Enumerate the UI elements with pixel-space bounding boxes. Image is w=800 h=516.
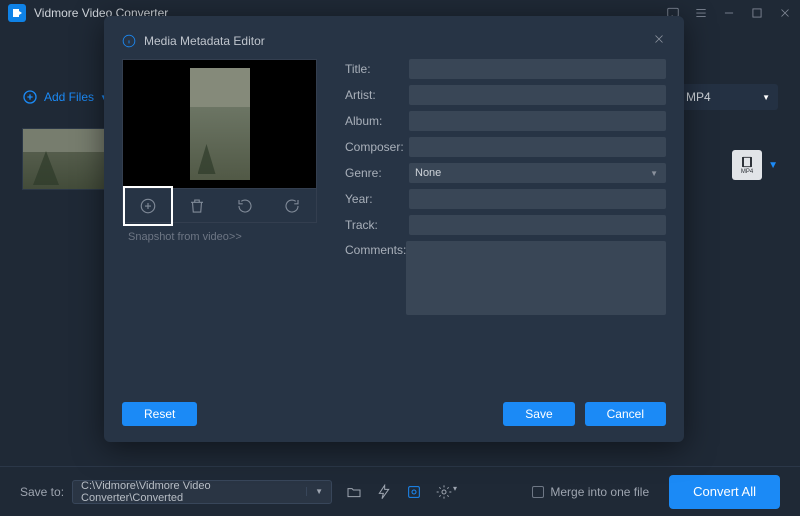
artist-input[interactable] [409,85,666,105]
speed-icon[interactable] [376,484,392,500]
output-format-value: MP4 [686,90,711,104]
merge-checkbox[interactable]: Merge into one file [532,485,649,499]
composer-label: Composer: [345,140,409,154]
dialog-header: Media Metadata Editor [122,32,666,49]
save-to-label: Save to: [20,485,64,499]
window-controls [666,6,792,20]
genre-label: Genre: [345,166,409,180]
output-format-dropdown[interactable]: MP4 ▼ [678,84,778,110]
genre-select[interactable]: None [409,163,666,183]
metadata-editor-dialog: Media Metadata Editor [104,16,684,442]
minimize-icon[interactable] [722,6,736,20]
title-input[interactable] [409,59,666,79]
checkbox-box [532,486,544,498]
save-button[interactable]: Save [503,402,574,426]
menu-icon[interactable] [694,6,708,20]
cancel-button[interactable]: Cancel [585,402,666,426]
chevron-down-icon[interactable]: ▼ [768,160,778,171]
comments-textarea[interactable] [406,241,666,315]
add-files-button[interactable]: Add Files ▼ [22,89,108,105]
dialog-title: Media Metadata Editor [144,34,265,48]
file-thumbnail[interactable] [22,128,110,190]
convert-all-button[interactable]: Convert All [669,475,780,509]
rotate-right-button[interactable] [268,189,316,222]
year-input[interactable] [409,189,666,209]
artist-label: Artist: [345,88,409,102]
preview-column: Snapshot from video>> [122,59,317,392]
delete-cover-button[interactable] [173,189,221,222]
dialog-close-button[interactable] [652,32,666,49]
composer-input[interactable] [409,137,666,157]
merge-label: Merge into one file [550,485,649,499]
add-cover-button[interactable] [123,186,173,226]
reset-button[interactable]: Reset [122,402,197,426]
add-files-label: Add Files [44,90,94,104]
preview-image [190,68,250,180]
track-label: Track: [345,218,409,232]
info-icon [122,34,136,48]
dialog-footer: Reset Save Cancel [122,392,666,426]
close-icon[interactable] [778,6,792,20]
app-logo [8,4,26,22]
title-label: Title: [345,62,409,76]
rotate-left-button[interactable] [221,189,269,222]
format-badge-label: MP4 [741,169,753,175]
save-path-dropdown[interactable]: C:\Vidmore\Vidmore Video Converter\Conve… [72,480,332,504]
snapshot-link[interactable]: Snapshot from video>> [122,231,317,243]
album-label: Album: [345,114,409,128]
preview-frame [122,59,317,189]
status-bar: Save to: C:\Vidmore\Vidmore Video Conver… [0,466,800,516]
album-input[interactable] [409,111,666,131]
maximize-icon[interactable] [750,6,764,20]
item-format-selector[interactable]: MP4 ▼ [732,150,778,180]
track-input[interactable] [409,215,666,235]
gpu-accel-icon[interactable] [406,484,422,500]
open-folder-icon[interactable] [346,484,362,500]
format-badge: MP4 [732,150,762,180]
preview-toolbar [122,189,317,223]
save-path-value: C:\Vidmore\Vidmore Video Converter\Conve… [81,480,306,504]
metadata-form: Title: Artist: Album: Composer: Genre: N… [345,59,666,392]
settings-gear-icon[interactable]: ▾ [436,484,457,500]
year-label: Year: [345,192,409,206]
comments-label: Comments: [345,241,406,257]
